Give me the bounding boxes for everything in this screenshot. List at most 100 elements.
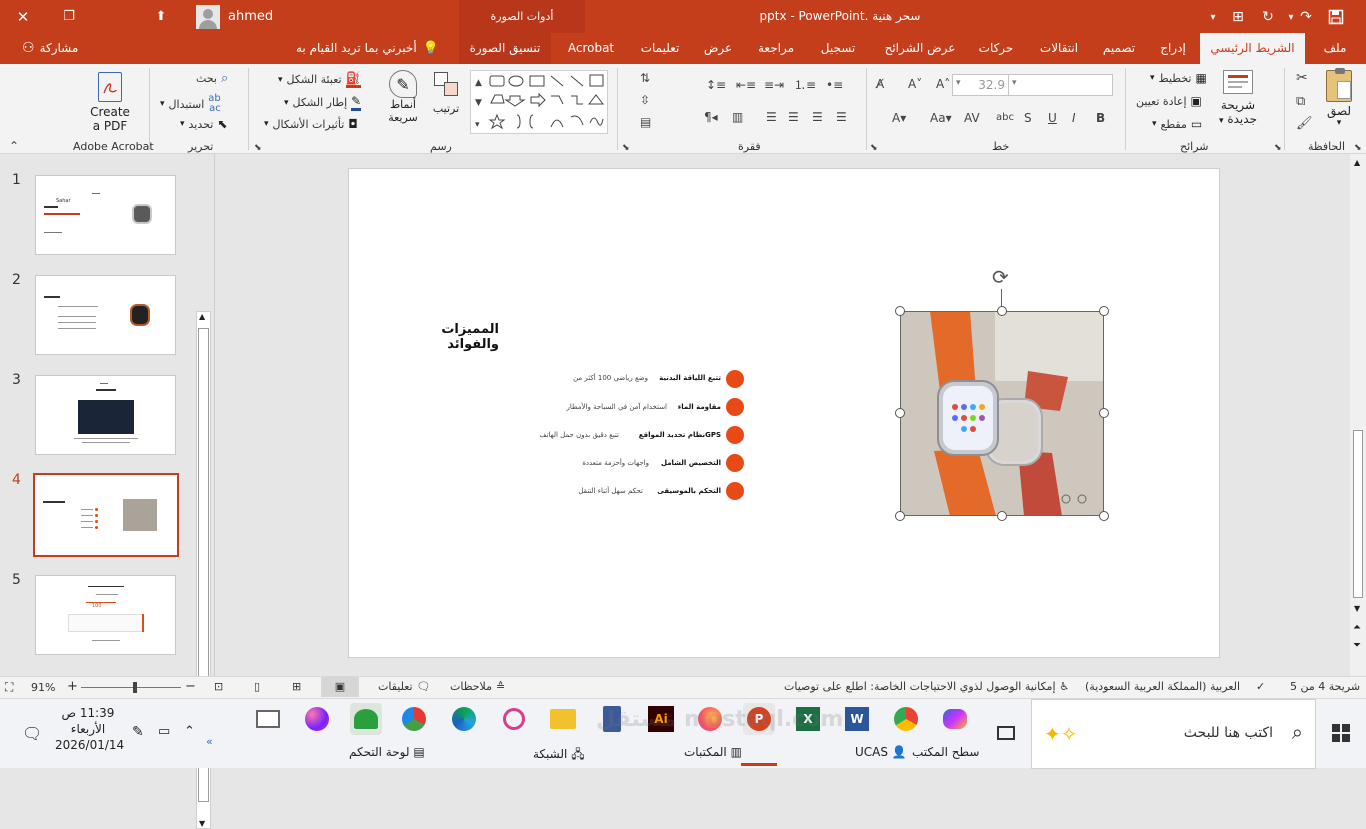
fit-slide-icon[interactable]: ⛶ xyxy=(5,680,13,695)
taskbar-app-icon[interactable] xyxy=(350,703,382,735)
pen-tray-icon[interactable]: ✎ xyxy=(132,724,144,740)
shape-fill-button[interactable]: ⛽ تعبئة الشكل ▾ xyxy=(278,71,361,88)
chrome-icon[interactable] xyxy=(890,703,922,735)
next-slide-icon[interactable]: ⏷ xyxy=(1353,640,1361,651)
word-icon[interactable]: W xyxy=(841,703,873,735)
underline-icon[interactable]: U xyxy=(1048,110,1057,126)
resize-handle[interactable] xyxy=(1099,408,1109,418)
columns-icon[interactable]: ▥ xyxy=(732,109,743,125)
select-button[interactable]: ⬉ تحديد ▾ xyxy=(180,117,227,131)
increase-indent-icon[interactable]: ≡⇥ xyxy=(764,77,784,93)
justify-icon[interactable]: ☰ xyxy=(766,109,777,125)
zoom-in-icon[interactable]: + xyxy=(67,679,78,694)
quick-styles-button[interactable]: ✎ أنماط سريعة xyxy=(383,70,423,124)
desktop-link[interactable]: سطح المكتب xyxy=(912,745,979,759)
task-view-icon[interactable] xyxy=(990,717,1022,749)
slide-thumbnail-3[interactable] xyxy=(35,375,176,455)
create-pdf-button[interactable]: Create a PDF xyxy=(82,70,138,136)
slideshow-from-start-icon[interactable]: ⊞ xyxy=(1228,7,1248,27)
tab-picture-format[interactable]: تنسيق الصورة xyxy=(459,33,551,64)
resize-handle[interactable] xyxy=(997,511,1007,521)
decrease-font-icon[interactable]: A˅ xyxy=(908,76,922,92)
language-status[interactable]: العربية (المملكة العربية السعودية) xyxy=(1085,680,1240,693)
text-direction-icon[interactable]: ⇅ xyxy=(640,70,650,86)
zoom-slider[interactable] xyxy=(81,682,181,693)
tab-slideshow[interactable]: عرض الشرائح xyxy=(875,33,965,64)
find-button[interactable]: ⌕ بحث xyxy=(196,71,228,86)
feature-description[interactable]: استخدام آمن في السباحة والأمطار xyxy=(567,403,667,411)
feature-label[interactable]: التخصيص الشامل xyxy=(661,459,721,467)
notifications-icon[interactable]: 🗨 xyxy=(22,724,42,743)
ribbon-display-options-button[interactable]: ⬆ xyxy=(138,0,184,33)
slide-thumbnail-4-selected[interactable] xyxy=(33,473,179,557)
shadow-icon[interactable]: S xyxy=(1024,110,1032,126)
slide-sorter-icon[interactable]: ⊞ xyxy=(292,680,301,693)
paste-button[interactable]: لصق ▾ xyxy=(1322,68,1356,128)
rtl-direction-icon[interactable]: ¶◂ xyxy=(704,109,718,125)
reading-view-icon[interactable]: ▯ xyxy=(254,680,260,693)
scroll-down-arrow-icon[interactable]: ▼ xyxy=(1354,604,1360,613)
user-account[interactable]: ahmed xyxy=(196,4,273,29)
ucas-link[interactable]: UCAS 👤 xyxy=(855,745,907,759)
feature-description[interactable]: وضع رياضي 100 أكثر من xyxy=(573,374,648,382)
resize-handle[interactable] xyxy=(1099,511,1109,521)
decrease-indent-icon[interactable]: ⇤≡ xyxy=(736,77,756,93)
shape-effects-button[interactable]: ◘ تأثيرات الأشكال ▾ xyxy=(264,117,358,131)
resize-handle[interactable] xyxy=(895,511,905,521)
normal-view-icon[interactable]: ▣ xyxy=(321,677,359,697)
customize-toolbar-icon[interactable]: ▾ xyxy=(1203,7,1223,27)
slideshow-view-icon[interactable]: ⊡ xyxy=(214,680,223,693)
increase-font-icon[interactable]: A˄ xyxy=(936,76,950,92)
new-slide-button[interactable]: شريحة جديدة ▾ xyxy=(1214,70,1262,126)
chevron-double-icon[interactable]: « xyxy=(206,735,213,748)
start-button[interactable] xyxy=(1332,724,1350,745)
tab-help[interactable]: تعليمات xyxy=(632,33,688,64)
change-case-icon[interactable]: Aa▾ xyxy=(930,110,952,126)
tab-animations[interactable]: حركات xyxy=(973,33,1019,64)
taskbar-search-box[interactable]: ✦✧ اكتب هنا للبحث ⌕ xyxy=(1031,699,1316,769)
feature-label[interactable]: مقاومة الماء xyxy=(678,403,721,411)
font-name-box[interactable]: ▾ xyxy=(1008,74,1113,96)
scroll-up-arrow-icon[interactable]: ▲ xyxy=(199,312,205,321)
tab-acrobat[interactable]: Acrobat xyxy=(563,33,619,64)
search-input[interactable]: اكتب هنا للبحث xyxy=(1184,725,1273,741)
battery-icon[interactable]: ▭ xyxy=(158,724,170,739)
replace-button[interactable]: ab ac استبدال ▾ xyxy=(160,94,221,114)
italic-icon[interactable]: I xyxy=(1072,110,1076,126)
previous-slide-icon[interactable]: ⏶ xyxy=(1353,622,1361,633)
feature-description[interactable]: تحكم سهل أثناء التنقل xyxy=(578,487,643,495)
numbering-icon[interactable]: ⒈≡ xyxy=(794,77,816,93)
align-right-icon[interactable]: ☰ xyxy=(788,109,799,125)
collapse-ribbon-icon[interactable]: ⌃ xyxy=(8,138,20,154)
network-link[interactable]: 🖧 الشبكة xyxy=(533,745,585,766)
align-left-icon[interactable]: ☰ xyxy=(836,109,847,125)
tab-file[interactable]: ملف xyxy=(1313,33,1357,64)
scroll-thumb[interactable] xyxy=(1353,430,1363,598)
undo-icon[interactable]: ↷ xyxy=(1296,7,1316,27)
align-center-icon[interactable]: ☰ xyxy=(812,109,823,125)
bold-icon[interactable]: B xyxy=(1096,110,1105,126)
copy-icon[interactable]: ⧉ xyxy=(1296,94,1305,110)
taskbar-app-icon[interactable] xyxy=(252,703,284,735)
comments-button[interactable]: تعليقات 🗨 xyxy=(378,680,431,693)
shape-outline-button[interactable]: ✎ إطار الشكل ▾ xyxy=(284,94,362,111)
feature-label[interactable]: التحكم بالموسيقى xyxy=(657,487,721,495)
copilot-icon[interactable] xyxy=(939,703,971,735)
tab-home[interactable]: الشريط الرئيسي xyxy=(1200,33,1305,64)
accessibility-status[interactable]: ♿ إمكانية الوصول لذوي الاحتياجات الخاصة:… xyxy=(784,680,1069,693)
notes-button[interactable]: ملاحظات ≙ xyxy=(450,680,505,693)
share-button[interactable]: ⚇ مشاركة xyxy=(22,33,78,64)
slide-thumbnail-2[interactable] xyxy=(35,275,176,355)
font-size-box[interactable]: ▾ 32.9 xyxy=(952,74,1012,96)
taskbar-app-icon[interactable] xyxy=(301,703,333,735)
chevron-up-icon[interactable]: ⌃ xyxy=(184,724,195,739)
slide-thumbnail-1[interactable]: Sahar xyxy=(35,175,176,255)
shapes-gallery[interactable]: ▲ ▼ ▾ xyxy=(470,70,608,134)
zoom-out-icon[interactable]: − xyxy=(185,679,196,694)
save-icon[interactable] xyxy=(1326,7,1346,27)
tell-me-search[interactable]: 💡 أخبرني بما تريد القيام به xyxy=(296,33,439,64)
smartart-icon[interactable]: ▤ xyxy=(640,114,651,130)
resize-handle[interactable] xyxy=(895,408,905,418)
section-button[interactable]: ▭ مقطع ▾ xyxy=(1152,117,1202,131)
align-text-icon[interactable]: ⇳ xyxy=(640,92,650,108)
